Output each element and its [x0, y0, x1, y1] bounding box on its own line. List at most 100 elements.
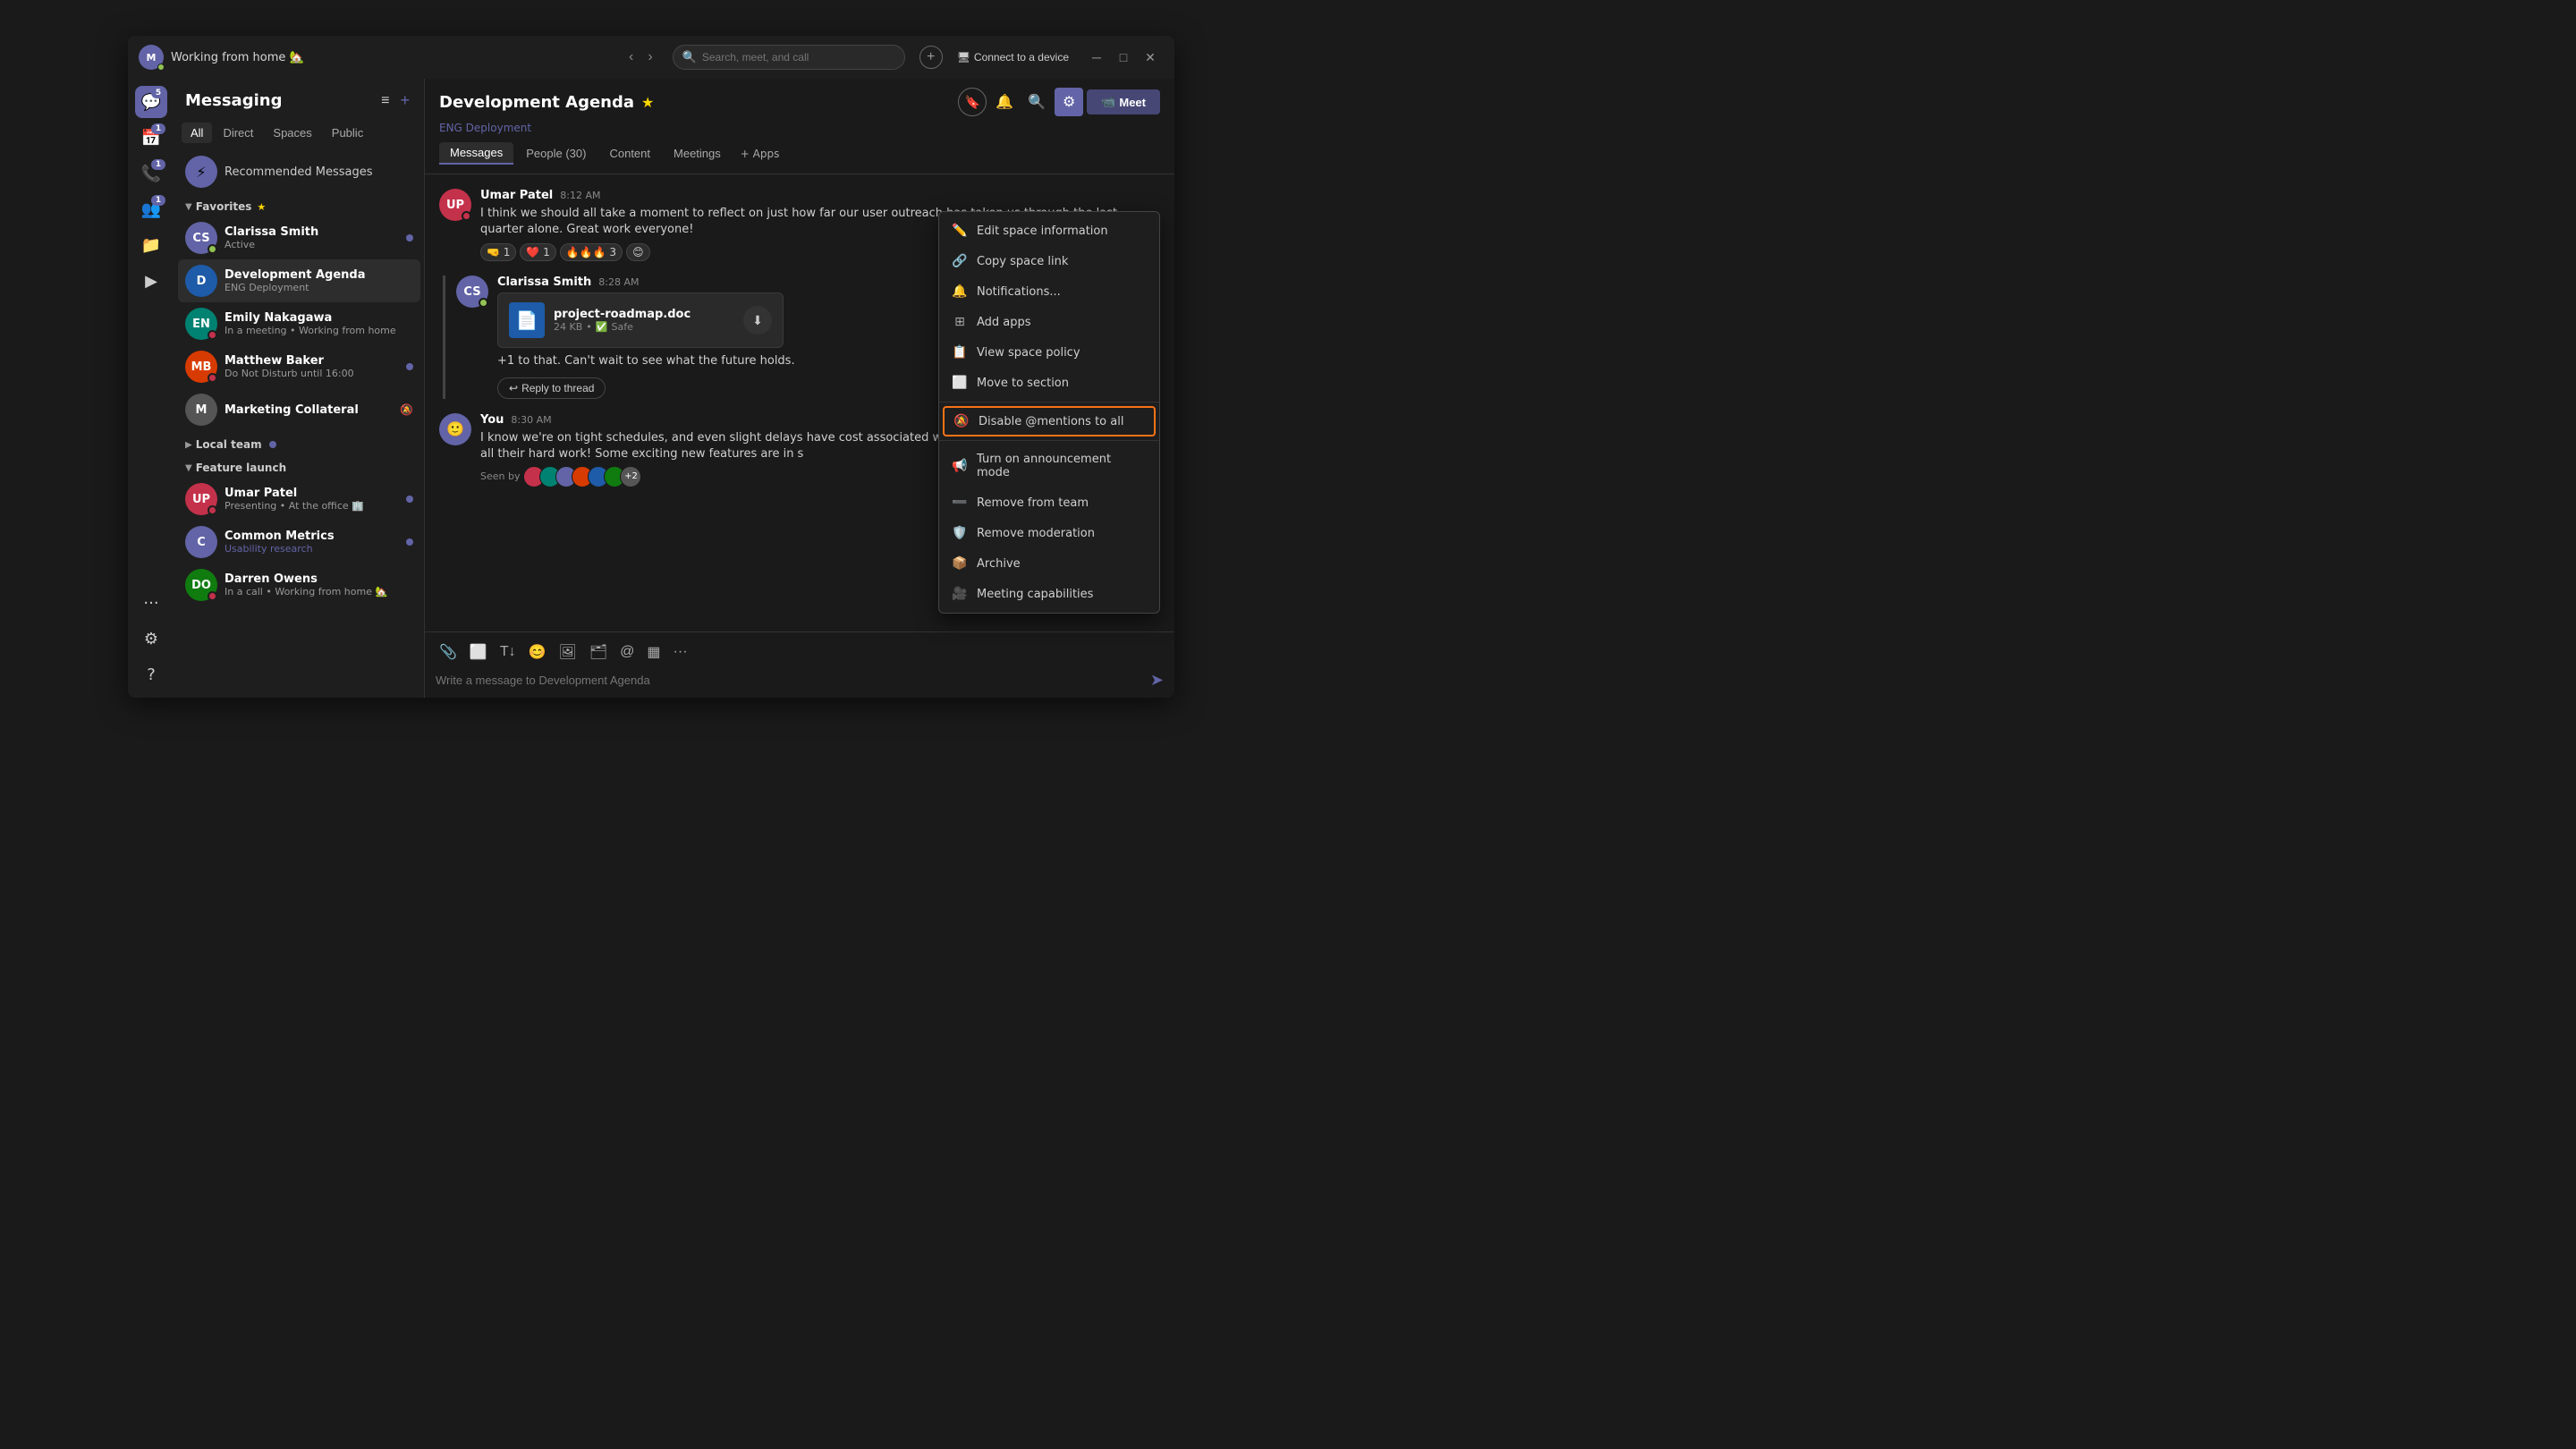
- nav-calendar[interactable]: 📅 1: [135, 122, 167, 154]
- add-button[interactable]: +: [919, 46, 943, 69]
- attach-button[interactable]: 📎: [436, 640, 461, 665]
- nav-more[interactable]: ···: [135, 587, 167, 619]
- bell-icon: 🔔: [952, 284, 968, 299]
- darren-info: Darren Owens In a call • Working from ho…: [225, 572, 413, 597]
- stream-button[interactable]: ▦: [643, 640, 664, 665]
- sidebar-item-matthew[interactable]: MB Matthew Baker Do Not Disturb until 16…: [178, 345, 420, 388]
- sidebar-item-emily[interactable]: EN Emily Nakagawa In a meeting • Working…: [178, 302, 420, 345]
- nav-calls[interactable]: 📞 1: [135, 157, 167, 190]
- recommended-label: Recommended Messages: [225, 165, 373, 179]
- nav-people[interactable]: 👥 1: [135, 193, 167, 225]
- minimize-button[interactable]: ─: [1083, 44, 1110, 71]
- menu-move-section[interactable]: ⬜ Move to section: [939, 368, 1159, 398]
- menu-view-policy[interactable]: 📋 View space policy: [939, 337, 1159, 368]
- user-avatar[interactable]: M: [139, 45, 164, 70]
- umar-info: Umar Patel Presenting • At the office 🏢: [225, 487, 399, 512]
- sticker-button[interactable]: 🗂: [586, 640, 611, 665]
- reaction-fist[interactable]: 🤜 1: [480, 243, 516, 261]
- sidebar-filter-button[interactable]: ≡: [377, 88, 393, 114]
- reaction-fire[interactable]: 🔥🔥🔥 3: [560, 243, 623, 261]
- menu-archive[interactable]: 📦 Archive: [939, 548, 1159, 579]
- edit-icon: ✏️: [952, 224, 968, 238]
- meet-button[interactable]: 📹 Meet: [1087, 89, 1160, 114]
- dev-agenda-sub: ENG Deployment: [225, 282, 413, 293]
- tab-spaces[interactable]: Spaces: [264, 123, 320, 143]
- you-icon: 🙂: [446, 420, 464, 437]
- marketing-avatar: M: [185, 394, 217, 426]
- help-icon: ?: [147, 665, 156, 684]
- menu-announcement[interactable]: 📢 Turn on announcement mode: [939, 445, 1159, 487]
- menu-remove-moderation[interactable]: 🛡️ Remove moderation: [939, 518, 1159, 548]
- chat-subtitle[interactable]: ENG Deployment: [439, 118, 1160, 135]
- files-icon: 📁: [141, 236, 161, 255]
- favorites-section-header[interactable]: ▼ Favorites ★: [178, 193, 420, 216]
- input-row: ➤: [436, 670, 1164, 691]
- gif-button[interactable]: 🖼: [555, 640, 580, 665]
- move-icon: ⬜: [952, 376, 968, 390]
- sidebar-list: ⚡ Recommended Messages ▼ Favorites ★ CS: [174, 150, 424, 698]
- menu-divider-2: [939, 440, 1159, 441]
- nav-apps[interactable]: ▶: [135, 265, 167, 297]
- search-input[interactable]: [702, 51, 895, 64]
- tab-direct[interactable]: Direct: [214, 123, 262, 143]
- menu-edit-space[interactable]: ✏️ Edit space information: [939, 216, 1159, 246]
- reply-thread-button[interactable]: ↩ Reply to thread: [497, 377, 606, 399]
- sidebar-item-dev-agenda[interactable]: D Development Agenda ENG Deployment: [178, 259, 420, 302]
- maximize-button[interactable]: □: [1110, 44, 1137, 71]
- feature-launch-chevron: ▼: [185, 463, 192, 473]
- remove-team-icon: ➖: [952, 496, 968, 510]
- recommended-messages[interactable]: ⚡ Recommended Messages: [178, 150, 420, 193]
- search-bar[interactable]: 🔍: [673, 45, 905, 70]
- format-button[interactable]: ⬜: [466, 640, 491, 665]
- notifications-button[interactable]: 🔔: [990, 88, 1019, 116]
- tab-meetings[interactable]: Meetings: [663, 143, 732, 164]
- forward-button[interactable]: ›: [642, 46, 657, 69]
- send-button[interactable]: ➤: [1150, 671, 1164, 690]
- close-button[interactable]: ✕: [1137, 44, 1164, 71]
- nav-files[interactable]: 📁: [135, 229, 167, 261]
- tab-messages[interactable]: Messages: [439, 142, 513, 165]
- main-content: 💬 5 📅 1 📞 1 👥 1 📁 ▶ ···: [128, 79, 1174, 698]
- sidebar-item-umar[interactable]: UP Umar Patel Presenting • At the office…: [178, 478, 420, 521]
- text-format-button[interactable]: T↓: [496, 640, 520, 664]
- sidebar-item-clarissa[interactable]: CS Clarissa Smith Active: [178, 216, 420, 259]
- reaction-smile[interactable]: 😊: [626, 243, 650, 261]
- save-bookmark-button[interactable]: 🔖: [958, 88, 987, 116]
- feature-launch-section-header[interactable]: ▼ Feature launch: [178, 454, 420, 478]
- tab-people[interactable]: People (30): [515, 143, 597, 164]
- menu-copy-link[interactable]: 🔗 Copy space link: [939, 246, 1159, 276]
- tab-content[interactable]: Content: [598, 143, 661, 164]
- connect-device-button[interactable]: 🖥 Connect to a device: [950, 47, 1076, 67]
- loop-button[interactable]: @: [616, 640, 638, 664]
- message-input[interactable]: [436, 670, 1150, 691]
- nav-settings[interactable]: ⚙: [135, 623, 167, 655]
- reaction-heart[interactable]: ❤️ 1: [520, 243, 555, 261]
- sidebar-item-common-metrics[interactable]: C Common Metrics Usability research: [178, 521, 420, 564]
- emily-presence: [208, 330, 217, 340]
- add-apps-tab[interactable]: + Apps: [733, 144, 787, 164]
- nav-chat[interactable]: 💬 5: [135, 86, 167, 118]
- emoji-button[interactable]: 😊: [525, 640, 550, 665]
- sidebar-item-darren[interactable]: DO Darren Owens In a call • Working from…: [178, 564, 420, 606]
- settings-button[interactable]: ⚙: [1055, 88, 1083, 116]
- nav-help[interactable]: ?: [135, 658, 167, 691]
- chat-star-icon[interactable]: ★: [641, 94, 654, 111]
- favorites-label: Favorites: [196, 200, 252, 213]
- tab-public[interactable]: Public: [323, 123, 372, 143]
- clarissa-msg-presence: [479, 298, 488, 308]
- menu-disable-mentions[interactable]: 🔕 Disable @mentions to all: [943, 406, 1156, 436]
- search-chat-button[interactable]: 🔍: [1022, 88, 1051, 116]
- more-options-button[interactable]: ···: [670, 640, 691, 664]
- sidebar-compose-button[interactable]: +: [396, 88, 413, 114]
- menu-meeting-cap[interactable]: 🎥 Meeting capabilities: [939, 579, 1159, 609]
- menu-remove-team[interactable]: ➖ Remove from team: [939, 487, 1159, 518]
- tab-all[interactable]: All: [182, 123, 212, 143]
- sidebar-item-marketing[interactable]: M Marketing Collateral 🔕: [178, 388, 420, 431]
- back-button[interactable]: ‹: [623, 46, 639, 69]
- menu-notifications[interactable]: 🔔 Notifications...: [939, 276, 1159, 307]
- menu-add-apps[interactable]: ⊞ Add apps: [939, 307, 1159, 337]
- file-download-button[interactable]: ⬇: [743, 306, 772, 335]
- matthew-info: Matthew Baker Do Not Disturb until 16:00: [225, 354, 399, 379]
- local-team-section-header[interactable]: ▼ Local team: [178, 431, 420, 454]
- file-attachment[interactable]: 📄 project-roadmap.doc 24 KB • ✅ Safe: [497, 292, 784, 348]
